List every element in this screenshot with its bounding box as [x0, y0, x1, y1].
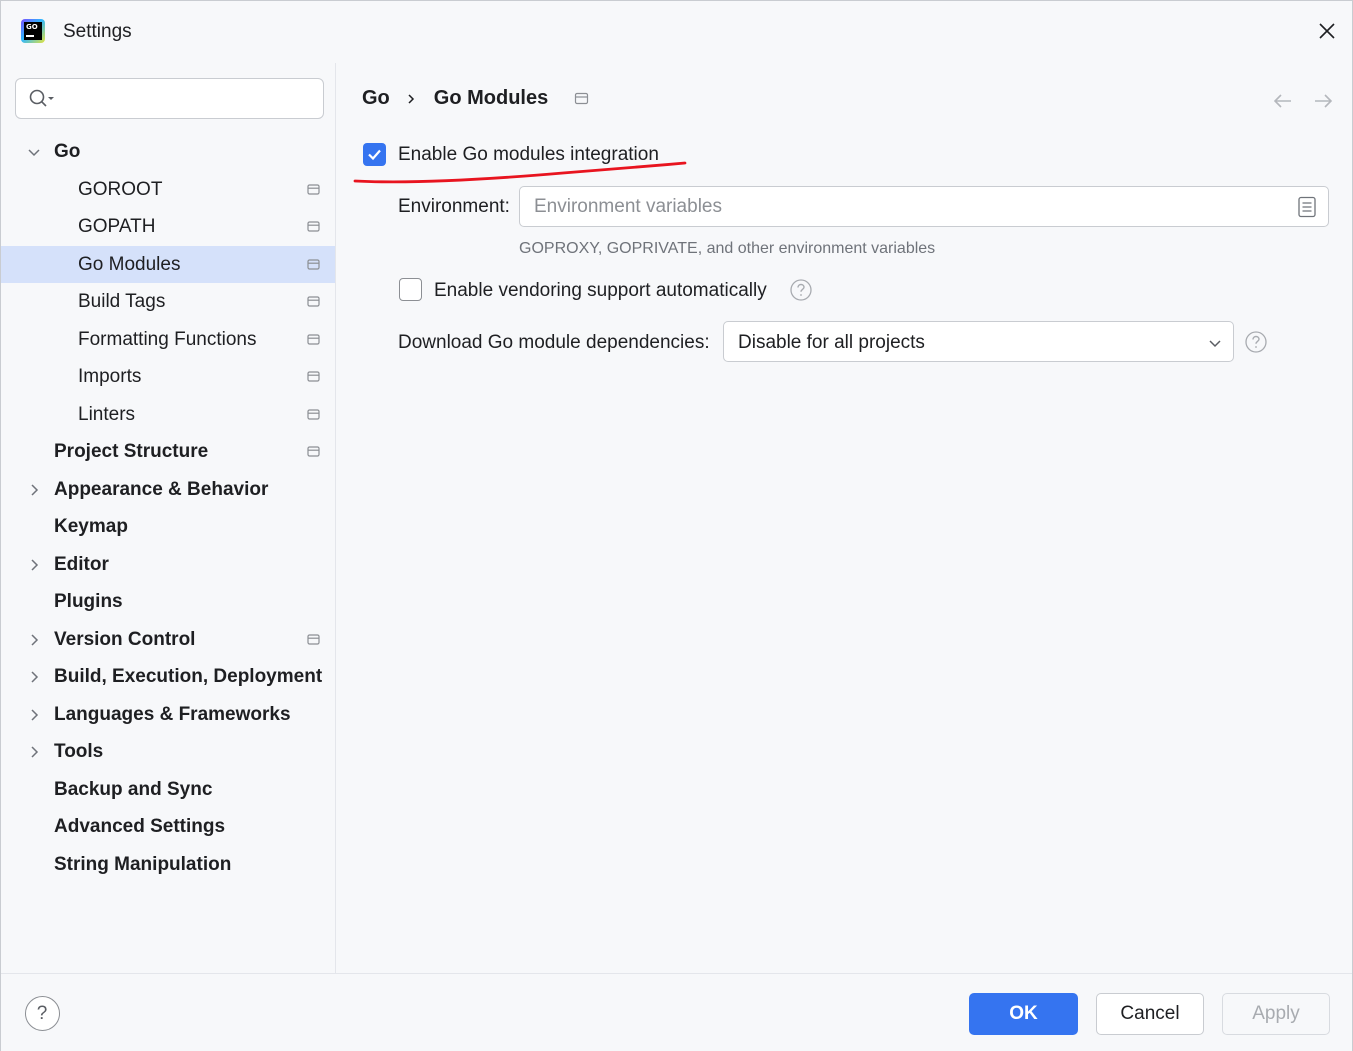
sidebar-item-advanced-settings[interactable]: Advanced Settings: [1, 808, 335, 846]
settings-tree: Go GOROOT GOPATH Go Modules Build Tags Format…: [1, 133, 335, 883]
pin-icon: [307, 296, 320, 307]
sidebar-item-project-structure[interactable]: Project Structure: [1, 433, 335, 471]
close-button[interactable]: [1311, 15, 1343, 47]
window-title: Settings: [63, 21, 132, 42]
sidebar-item-linters[interactable]: Linters: [1, 396, 335, 434]
sidebar-item-label: Formatting Functions: [78, 328, 257, 350]
sidebar-item-label: Plugins: [54, 591, 123, 612]
environment-field[interactable]: [519, 186, 1329, 227]
sidebar-item-gopath[interactable]: GOPATH: [1, 208, 335, 246]
sidebar-item-keymap[interactable]: Keymap: [1, 508, 335, 546]
chevron-right-icon[interactable]: [25, 706, 43, 724]
pin-icon: [307, 221, 320, 232]
goland-app-icon: GO: [21, 19, 45, 43]
sidebar-item-build-execution-deployment[interactable]: Build, Execution, Deployment: [1, 658, 335, 696]
sidebar-item-tools[interactable]: Tools: [1, 733, 335, 771]
cancel-button[interactable]: Cancel: [1096, 993, 1204, 1035]
chevron-down-icon: [1209, 340, 1221, 348]
sidebar-item-label: Keymap: [54, 516, 128, 537]
pin-icon: [307, 258, 320, 270]
pin-icon: [307, 333, 320, 345]
environment-hint: GOPROXY, GOPRIVATE, and other environmen…: [519, 240, 936, 257]
sidebar-item-go-modules[interactable]: Go Modules: [1, 245, 335, 283]
search-input[interactable]: [60, 85, 315, 113]
search-box[interactable]: [15, 78, 324, 119]
environment-input[interactable]: [534, 193, 1274, 221]
close-icon: [1319, 23, 1335, 39]
help-button[interactable]: ?: [25, 996, 60, 1031]
sidebar-item-label: Imports: [78, 366, 142, 387]
history-navigation: [1271, 89, 1341, 113]
download-dependencies-value: Disable for all projects: [738, 332, 925, 353]
sidebar-item-plugins[interactable]: Plugins: [1, 583, 335, 621]
sidebar-item-label: Languages & Frameworks: [54, 703, 291, 725]
pin-icon[interactable]: [574, 92, 590, 106]
chevron-down-icon[interactable]: [25, 143, 43, 161]
sidebar-item-label: Advanced Settings: [54, 816, 226, 837]
sidebar-item-backup-and-sync[interactable]: Backup and Sync: [1, 771, 335, 809]
sidebar-item-goroot[interactable]: GOROOT: [1, 171, 335, 209]
chevron-right-icon[interactable]: [25, 556, 43, 574]
sidebar-item-label: Editor: [54, 553, 109, 575]
back-button[interactable]: [1271, 89, 1295, 113]
enable-vendoring-label[interactable]: Enable vendoring support automatically: [434, 280, 767, 302]
sidebar-item-label: Go Modules: [78, 253, 181, 275]
pin-icon: [307, 183, 320, 195]
sidebar-item-label: Build Tags: [78, 291, 166, 312]
download-dependencies-label: Download Go module dependencies:: [398, 332, 710, 353]
red-annotation-stroke: [353, 161, 687, 184]
breadcrumb: Go Go Modules: [362, 87, 590, 110]
arrow-right-icon: [1315, 94, 1333, 108]
sidebar-item-build-tags[interactable]: Build Tags: [1, 283, 335, 321]
chevron-right-icon[interactable]: [25, 743, 43, 761]
sidebar-item-imports[interactable]: Imports: [1, 358, 335, 396]
pin-icon: [307, 446, 320, 457]
sidebar-item-label: String Manipulation: [54, 853, 232, 875]
chevron-right-icon[interactable]: [25, 631, 43, 649]
sidebar-item-editor[interactable]: Editor: [1, 546, 335, 584]
pin-icon: [307, 408, 320, 420]
download-dependencies-dropdown[interactable]: Disable for all projects: [723, 321, 1234, 362]
sidebar-item-label: Project Structure: [54, 441, 209, 462]
help-icon: ?: [36, 1003, 48, 1024]
sidebar-item-formatting-functions[interactable]: Formatting Functions: [1, 321, 335, 359]
ok-button[interactable]: OK: [969, 993, 1078, 1035]
sidebar-item-label: Linters: [78, 403, 136, 425]
pin-icon: [307, 633, 320, 645]
sidebar-item-label: Go: [54, 141, 81, 162]
apply-button[interactable]: Apply: [1222, 993, 1330, 1035]
enable-vendoring-checkbox[interactable]: [399, 278, 422, 301]
help-circle-icon[interactable]: [789, 278, 813, 302]
document-icon[interactable]: [1297, 196, 1317, 218]
sidebar-item-label: Version Control: [54, 628, 196, 650]
settings-sidebar: Go GOROOT GOPATH Go Modules Build Tags Format…: [1, 63, 336, 973]
settings-content: Go Go Modules Enable Go modules integrat…: [337, 63, 1352, 973]
chevron-right-icon: [408, 93, 414, 104]
settings-dialog: GO Settings Go GOROOT GOPATH Go Modules Buil…: [0, 0, 1353, 1051]
sidebar-item-label: GOROOT: [78, 178, 163, 200]
sidebar-item-version-control[interactable]: Version Control: [1, 621, 335, 659]
help-circle-icon[interactable]: [1244, 330, 1268, 354]
sidebar-item-label: Backup and Sync: [54, 778, 213, 800]
sidebar-item-appearance-behavior[interactable]: Appearance & Behavior: [1, 471, 335, 509]
pin-icon: [307, 371, 320, 382]
breadcrumb-item-go[interactable]: Go: [362, 87, 390, 110]
forward-button[interactable]: [1311, 89, 1335, 113]
chevron-right-icon[interactable]: [25, 668, 43, 686]
search-icon: [29, 89, 54, 107]
breadcrumb-item-go-modules: Go Modules: [433, 87, 549, 109]
sidebar-item-string-manipulation[interactable]: String Manipulation: [1, 846, 335, 884]
dialog-footer: ? OK Cancel Apply: [1, 973, 1352, 1051]
environment-label: Environment:: [398, 196, 510, 217]
sidebar-item-languages-frameworks[interactable]: Languages & Frameworks: [1, 696, 335, 734]
sidebar-item-label: Appearance & Behavior: [54, 478, 269, 500]
sidebar-item-label: GOPATH: [78, 216, 156, 237]
sidebar-item-label: Build, Execution, Deployment: [54, 666, 323, 687]
sidebar-item-label: Tools: [54, 741, 104, 762]
arrow-left-icon: [1273, 94, 1291, 108]
title-bar: GO Settings: [1, 1, 1352, 63]
chevron-right-icon[interactable]: [25, 481, 43, 499]
sidebar-item-go[interactable]: Go: [1, 133, 335, 171]
